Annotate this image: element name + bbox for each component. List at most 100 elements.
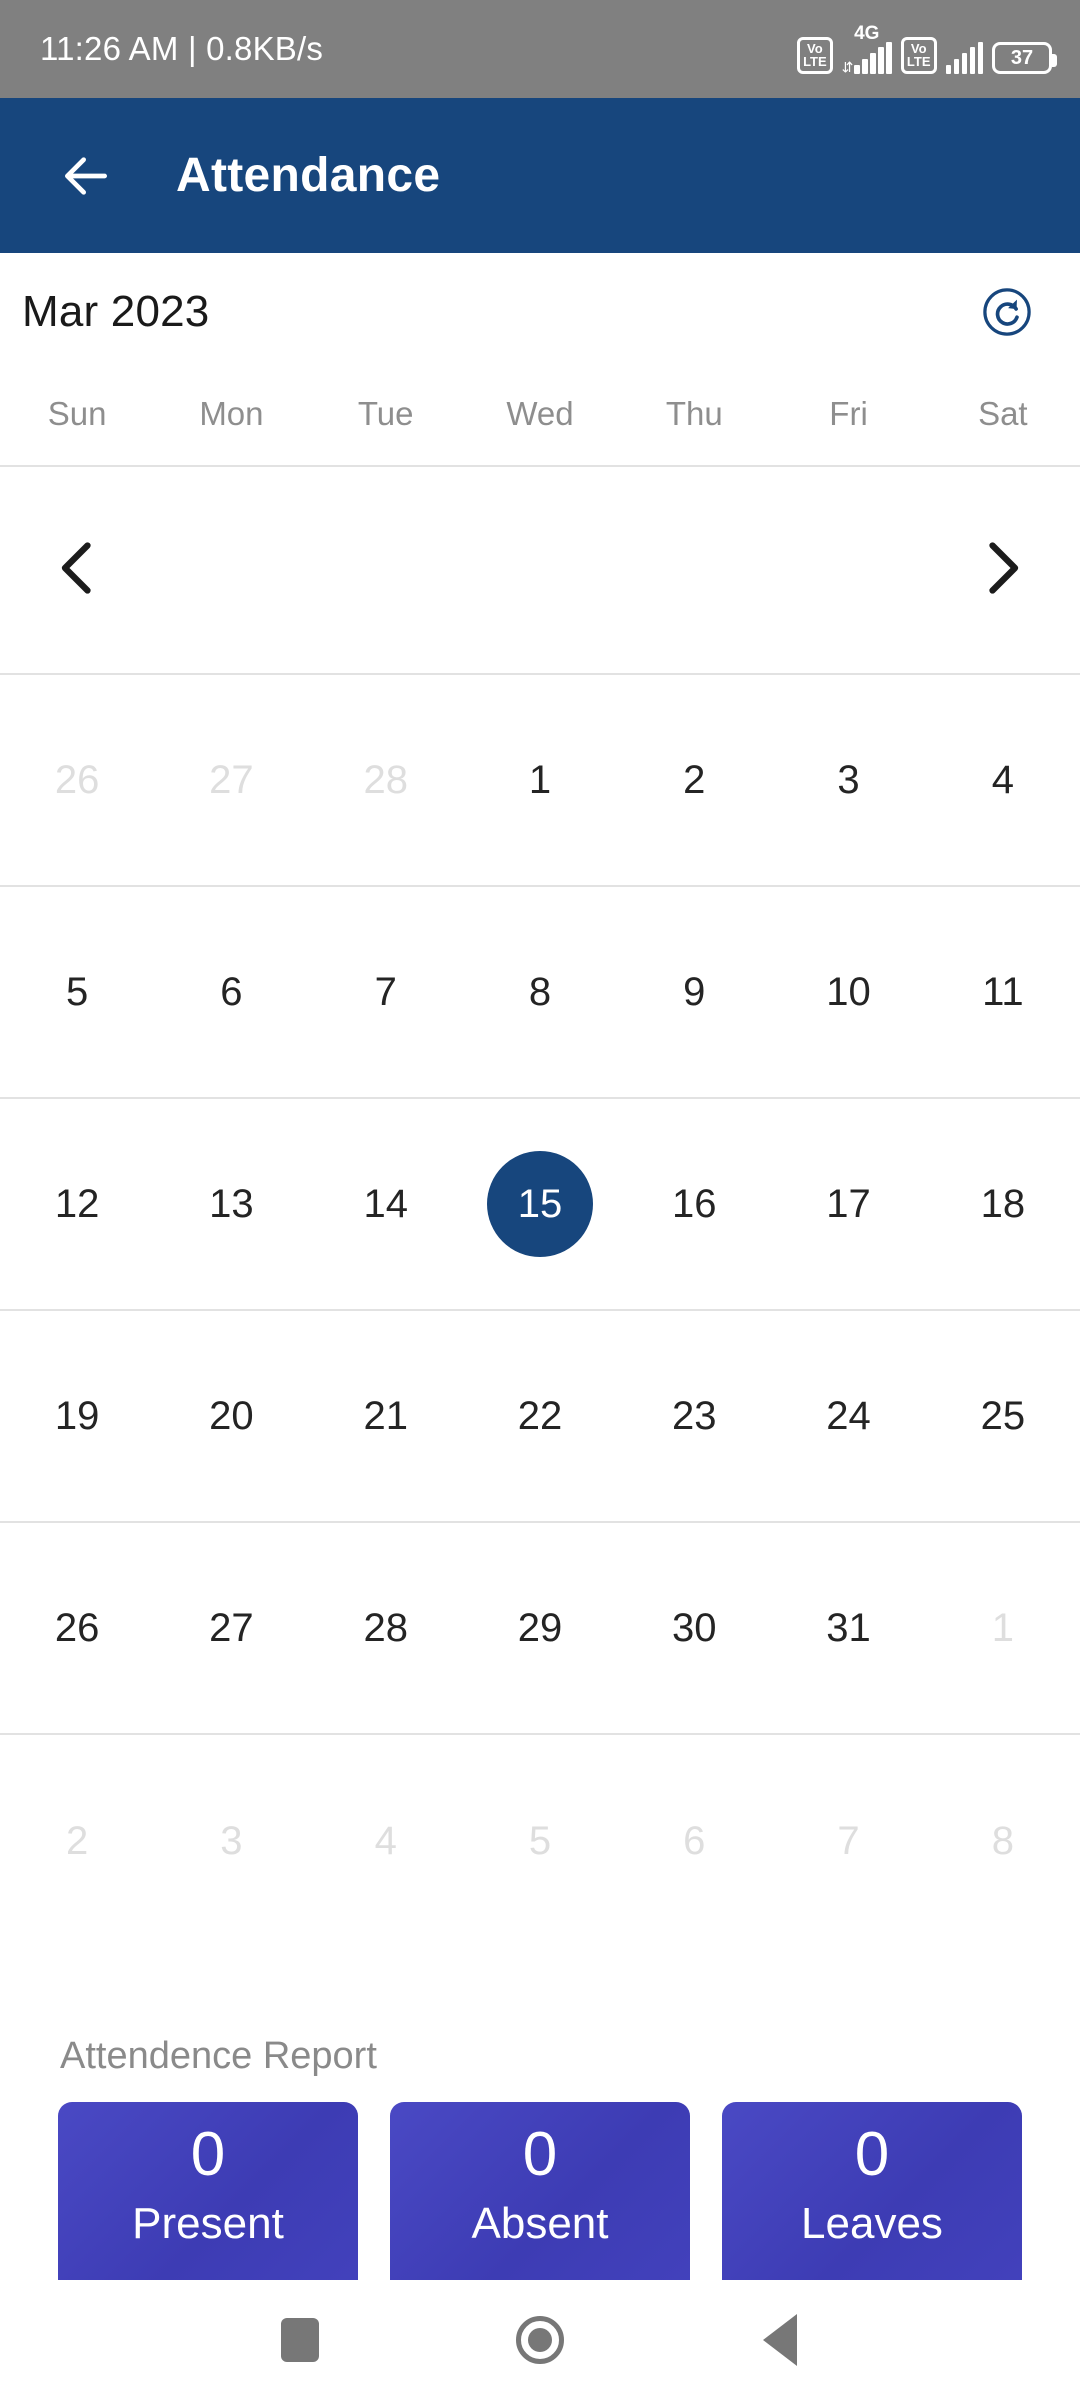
leaves-count: 0 bbox=[854, 2120, 890, 2189]
calendar-day-cell[interactable]: 5 bbox=[0, 885, 155, 1098]
weekday-tue: Tue bbox=[357, 394, 414, 432]
month-header: Mar 2023 bbox=[0, 258, 1080, 366]
calendar-day-number: 13 bbox=[209, 1182, 254, 1226]
calendar-day-cell[interactable]: 14 bbox=[308, 1097, 463, 1310]
calendar-day-number: 21 bbox=[363, 1394, 408, 1438]
calendar-day-cell[interactable]: 18 bbox=[925, 1097, 1080, 1310]
attendance-report-section: Attendence Report 0 Present 0 Absent 0 L… bbox=[0, 2035, 1080, 2312]
calendar-day-number: 3 bbox=[220, 1818, 243, 1863]
calendar-day-number: 1 bbox=[528, 758, 552, 802]
calendar-day-cell[interactable]: 28 bbox=[308, 673, 463, 886]
battery-level-label: 37 bbox=[1010, 46, 1034, 69]
calendar-day-number: 25 bbox=[980, 1394, 1026, 1438]
calendar-day-cell[interactable]: 17 bbox=[771, 1097, 926, 1310]
calendar-day-number: 19 bbox=[54, 1394, 100, 1438]
calendar-day-cell[interactable]: 27 bbox=[154, 673, 309, 886]
calendar-day-number: 6 bbox=[220, 970, 243, 1014]
circle-icon bbox=[516, 2316, 564, 2364]
calendar-day-cell[interactable]: 3 bbox=[771, 673, 926, 886]
calendar-day-cell[interactable]: 3 bbox=[154, 1733, 309, 1946]
leaves-label: Leaves bbox=[801, 2199, 943, 2248]
calendar-day-cell[interactable]: 4 bbox=[925, 673, 1080, 886]
calendar-day-cell[interactable]: 6 bbox=[617, 1733, 772, 1946]
status-time: 11:26 AM bbox=[40, 30, 179, 67]
calendar-day-cell[interactable]: 21 bbox=[308, 1309, 463, 1522]
calendar-day-number: 27 bbox=[209, 1606, 254, 1650]
calendar-week-row: 5 6 7 8 9 10 11 bbox=[0, 885, 1080, 1098]
weekday-wed: Wed bbox=[506, 394, 574, 432]
nav-spacer-1 bbox=[154, 465, 309, 674]
calendar-day-cell[interactable]: 7 bbox=[771, 1733, 926, 1946]
calendar-day-number: 2 bbox=[683, 758, 706, 802]
weekday-sat: Sat bbox=[978, 394, 1028, 432]
calendar-day-cell[interactable]: 20 bbox=[154, 1309, 309, 1522]
prev-month-button[interactable] bbox=[0, 465, 155, 674]
calendar-day-cell[interactable]: 28 bbox=[308, 1521, 463, 1734]
calendar-day-cell[interactable]: 30 bbox=[617, 1521, 772, 1734]
calendar-day-cell[interactable]: 1 bbox=[462, 673, 618, 886]
calendar-day-cell[interactable]: 29 bbox=[462, 1521, 618, 1734]
weekday-fri: Fri bbox=[829, 394, 868, 432]
data-activity-icon: ⇵ bbox=[841, 59, 854, 75]
calendar-day-number: 18 bbox=[980, 1182, 1026, 1226]
calendar-table: Sun Mon Tue Wed Thu Fri Sat 26 27 28 1 2… bbox=[0, 366, 1080, 1946]
calendar-day-cell[interactable]: 5 bbox=[462, 1733, 618, 1946]
calendar-day-number: 5 bbox=[66, 970, 89, 1014]
calendar-day-cell[interactable]: 26 bbox=[0, 1521, 155, 1734]
status-bar-left: 11:26 AM | 0.8KB/s bbox=[40, 30, 323, 68]
volte-sim1-icon: Vo LTE bbox=[797, 37, 833, 74]
home-button[interactable] bbox=[495, 2295, 585, 2385]
calendar-day-number: 11 bbox=[982, 970, 1024, 1014]
system-nav-bar bbox=[0, 2280, 1080, 2400]
absent-label: Absent bbox=[471, 2199, 609, 2248]
calendar-day-cell[interactable]: 27 bbox=[154, 1521, 309, 1734]
refresh-icon bbox=[983, 288, 1031, 336]
recents-button[interactable] bbox=[255, 2295, 345, 2385]
calendar-day-number: 29 bbox=[517, 1606, 563, 1650]
calendar-day-cell[interactable]: 24 bbox=[771, 1309, 926, 1522]
calendar-day-number: 8 bbox=[528, 970, 552, 1014]
calendar-day-cell[interactable]: 8 bbox=[462, 885, 618, 1098]
calendar-day-cell[interactable]: 12 bbox=[0, 1097, 155, 1310]
next-month-button[interactable] bbox=[925, 465, 1080, 674]
calendar-day-cell[interactable]: 7 bbox=[308, 885, 463, 1098]
calendar-section: Mar 2023 Sun Mon Tue Wed Thu Fri Sat 26 … bbox=[0, 258, 1080, 1946]
calendar-day-cell[interactable]: 11 bbox=[925, 885, 1080, 1098]
signal-bars-sim2-icon bbox=[945, 42, 983, 74]
system-back-button[interactable] bbox=[735, 2295, 825, 2385]
calendar-day-cell[interactable]: 9 bbox=[617, 885, 772, 1098]
calendar-week-row: 26 27 28 1 2 3 4 bbox=[0, 673, 1080, 886]
calendar-day-cell[interactable]: 6 bbox=[154, 885, 309, 1098]
calendar-week-row: 2 3 4 5 6 7 8 bbox=[0, 1733, 1080, 1946]
refresh-button[interactable] bbox=[974, 279, 1040, 345]
calendar-day-number: 22 bbox=[517, 1394, 563, 1438]
calendar-day-number: 14 bbox=[363, 1182, 408, 1226]
present-count: 0 bbox=[190, 2120, 226, 2189]
calendar-day-number: 6 bbox=[683, 1818, 706, 1863]
calendar-day-cell[interactable]: 22 bbox=[462, 1309, 618, 1522]
calendar-day-cell[interactable]: 2 bbox=[617, 673, 772, 886]
calendar-day-number: 7 bbox=[837, 1818, 860, 1863]
calendar-day-cell[interactable]: 19 bbox=[0, 1309, 155, 1522]
calendar-day-cell[interactable]: 31 bbox=[771, 1521, 926, 1734]
absent-count: 0 bbox=[522, 2120, 558, 2189]
calendar-day-number: 31 bbox=[826, 1606, 871, 1650]
calendar-day-cell[interactable]: 25 bbox=[925, 1309, 1080, 1522]
nav-spacer-3 bbox=[462, 465, 618, 674]
calendar-day-cell[interactable]: 10 bbox=[771, 885, 926, 1098]
calendar-day-number: 17 bbox=[826, 1182, 871, 1226]
calendar-day-cell[interactable]: 8 bbox=[925, 1733, 1080, 1946]
calendar-day-cell[interactable]: 2 bbox=[0, 1733, 155, 1946]
calendar-day-cell[interactable]: 4 bbox=[308, 1733, 463, 1946]
weekday-sun: Sun bbox=[47, 394, 107, 432]
back-button[interactable] bbox=[48, 138, 124, 214]
attendance-screen: 11:26 AM | 0.8KB/s VoLTE 4G ⇵ VoLTE 37 bbox=[0, 0, 1080, 2400]
calendar-day-number: 26 bbox=[54, 1606, 100, 1650]
calendar-day-cell[interactable]: 16 bbox=[617, 1097, 772, 1310]
calendar-day-cell[interactable]: 26 bbox=[0, 673, 155, 886]
calendar-day-cell[interactable]: 23 bbox=[617, 1309, 772, 1522]
calendar-day-number: 4 bbox=[374, 1818, 397, 1863]
calendar-day-cell[interactable]: 13 bbox=[154, 1097, 309, 1310]
calendar-day-cell[interactable]: 1 bbox=[925, 1521, 1080, 1734]
calendar-day-cell[interactable]: 15 bbox=[462, 1097, 618, 1310]
